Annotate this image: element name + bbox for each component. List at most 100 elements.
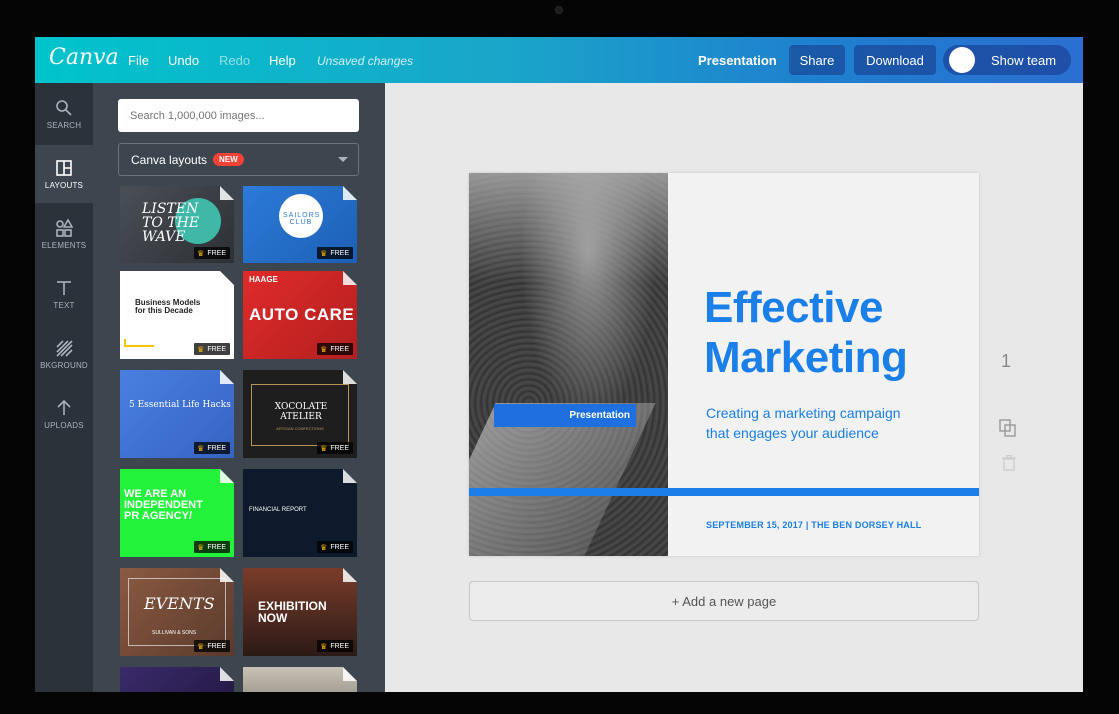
rail-item-background[interactable]: BKGROUND: [35, 325, 93, 383]
text-icon: [57, 280, 71, 295]
trash-icon[interactable]: [1002, 455, 1016, 471]
template-title: 5 Essential Life Hacks: [129, 400, 231, 410]
free-badge: ♛ FREE: [194, 442, 230, 454]
rail-label: UPLOADS: [44, 420, 84, 430]
rail-item-elements[interactable]: ELEMENTS: [35, 205, 93, 263]
free-badge: ♛ FREE: [317, 247, 353, 259]
rail-item-text[interactable]: TEXT: [35, 265, 93, 323]
copy-page-icon[interactable]: [999, 419, 1017, 437]
rail-label: LAYOUTS: [44, 180, 84, 190]
document-type-label[interactable]: Presentation: [698, 53, 777, 68]
free-badge: ♛ FREE: [194, 343, 230, 355]
accent-bar[interactable]: [469, 488, 979, 496]
template-title: WE ARE AN INDEPENDENT PR AGENCY/: [124, 488, 203, 522]
search-icon: [56, 99, 72, 116]
layout-template[interactable]: XOCOLATE ATELIER ARTISAN CONFECTIONS ♛ FR…: [243, 370, 357, 458]
slide-subtitle-line1[interactable]: Creating a marketing campaign: [706, 405, 901, 421]
slide-tag[interactable]: Presentation: [494, 404, 636, 427]
template-title: LISTEN TO THE WAVE: [142, 201, 200, 245]
top-bar: Canva File Undo Redo Help Unsaved change…: [35, 37, 1083, 83]
crown-icon: ♛: [320, 344, 328, 354]
filter-label: Canva layouts: [131, 152, 208, 167]
crown-icon: ♛: [320, 641, 328, 651]
layout-template[interactable]: Business Models for this Decade ♛ FREE: [120, 271, 234, 359]
new-badge: NEW: [213, 153, 244, 166]
layout-template[interactable]: [243, 667, 357, 692]
template-title: Business Models for this Decade: [135, 298, 201, 315]
layout-template[interactable]: [120, 667, 234, 692]
redo-button[interactable]: Redo: [219, 53, 250, 68]
rail-label: BKGROUND: [40, 360, 88, 370]
layout-template[interactable]: 5 Essential Life Hacks ♛ FREE: [120, 370, 234, 458]
crown-icon: ♛: [320, 443, 328, 453]
crown-icon: ♛: [197, 641, 205, 651]
free-badge: ♛ FREE: [317, 640, 353, 652]
page-number: 1: [1001, 351, 1012, 371]
background-icon: [56, 339, 73, 357]
template-subtitle: ARTISAN CONFECTIONS: [276, 426, 324, 431]
template-title: SAILORS CLUB: [283, 212, 321, 226]
layout-template[interactable]: WE ARE AN INDEPENDENT PR AGENCY/ ♛ FREE: [120, 469, 234, 557]
rail-item-uploads[interactable]: UPLOADS: [35, 385, 93, 443]
file-menu[interactable]: File: [128, 53, 149, 68]
template-subtitle: HAAGE: [249, 275, 278, 284]
share-button[interactable]: Share: [789, 45, 845, 75]
free-badge: ♛ FREE: [317, 343, 353, 355]
forest-photo[interactable]: [469, 173, 668, 556]
rail-label: SEARCH: [46, 120, 82, 130]
canvas-workspace: Presentation Effective Marketing Creatin…: [385, 83, 1083, 692]
free-badge: ♛ FREE: [194, 247, 230, 259]
free-badge: ♛ FREE: [317, 442, 353, 454]
layout-template[interactable]: HAAGE AUTO CARE ♛ FREE: [243, 271, 357, 359]
layouts-icon: [56, 159, 72, 176]
crown-icon: ♛: [320, 542, 328, 552]
device-frame: Canva File Undo Redo Help Unsaved change…: [0, 0, 1119, 714]
crown-icon: ♛: [197, 443, 205, 453]
image-search-input[interactable]: [118, 99, 359, 132]
camera-dot: [555, 6, 563, 14]
app-screen: Canva File Undo Redo Help Unsaved change…: [35, 37, 1083, 692]
slide-title-line2[interactable]: Marketing: [704, 333, 908, 383]
crown-icon: ♛: [197, 248, 205, 258]
download-button[interactable]: Download: [854, 45, 936, 75]
rail-label: TEXT: [53, 300, 75, 310]
help-menu[interactable]: Help: [269, 53, 296, 68]
template-title: FINANCIAL REPORT: [249, 507, 307, 513]
free-badge: ♛ FREE: [194, 640, 230, 652]
show-team-button[interactable]: Show team: [943, 45, 1071, 75]
template-title: XOCOLATE ATELIER: [274, 402, 328, 422]
layouts-panel: Canva layouts NEW LISTEN TO THE WAVE ♛FR…: [93, 83, 385, 692]
free-badge: ♛ FREE: [317, 541, 353, 553]
slide-subtitle-line2[interactable]: that engages your audience: [706, 425, 879, 441]
layout-template[interactable]: SAILORS CLUB ♛ FREE: [243, 186, 357, 263]
show-team-label: Show team: [991, 52, 1057, 68]
avatar: [949, 47, 975, 73]
chevron-down-icon: [338, 157, 348, 162]
crown-icon: ♛: [320, 248, 328, 258]
crown-icon: ♛: [197, 542, 205, 552]
template-subtitle: SULLIVAN & SONS: [152, 630, 197, 636]
crown-icon: ♛: [197, 344, 205, 354]
layout-template[interactable]: LISTEN TO THE WAVE ♛ FREE: [120, 186, 234, 263]
upload-icon: [57, 399, 71, 415]
layout-filter-dropdown[interactable]: Canva layouts NEW: [118, 143, 359, 176]
tool-rail: SEARCH LAYOUTS ELEMENTS TEXT BKGROUND UP…: [35, 83, 93, 692]
template-title: EVENTS: [144, 594, 215, 613]
add-page-button[interactable]: + Add a new page: [469, 581, 979, 621]
layout-template[interactable]: EVENTS SULLIVAN & SONS ♛ FREE: [120, 568, 234, 656]
elements-icon: [56, 218, 73, 237]
rail-item-layouts[interactable]: LAYOUTS: [35, 145, 93, 203]
layout-template[interactable]: FINANCIAL REPORT ♛ FREE: [243, 469, 357, 557]
template-title: AUTO CARE: [249, 305, 355, 324]
free-badge: ♛ FREE: [194, 541, 230, 553]
rail-item-search[interactable]: SEARCH: [35, 85, 93, 143]
slide-title-line1[interactable]: Effective: [704, 283, 883, 333]
template-title: EXHIBITION NOW: [258, 599, 327, 625]
save-status: Unsaved changes: [317, 54, 414, 68]
rail-label: ELEMENTS: [41, 240, 87, 250]
canva-logo[interactable]: Canva: [49, 45, 119, 70]
layout-template[interactable]: EXHIBITION NOW ♛ FREE: [243, 568, 357, 656]
undo-button[interactable]: Undo: [168, 53, 199, 68]
slide-page[interactable]: Presentation Effective Marketing Creatin…: [469, 173, 979, 556]
slide-footer[interactable]: SEPTEMBER 15, 2017 | THE BEN DORSEY HALL: [706, 520, 921, 530]
